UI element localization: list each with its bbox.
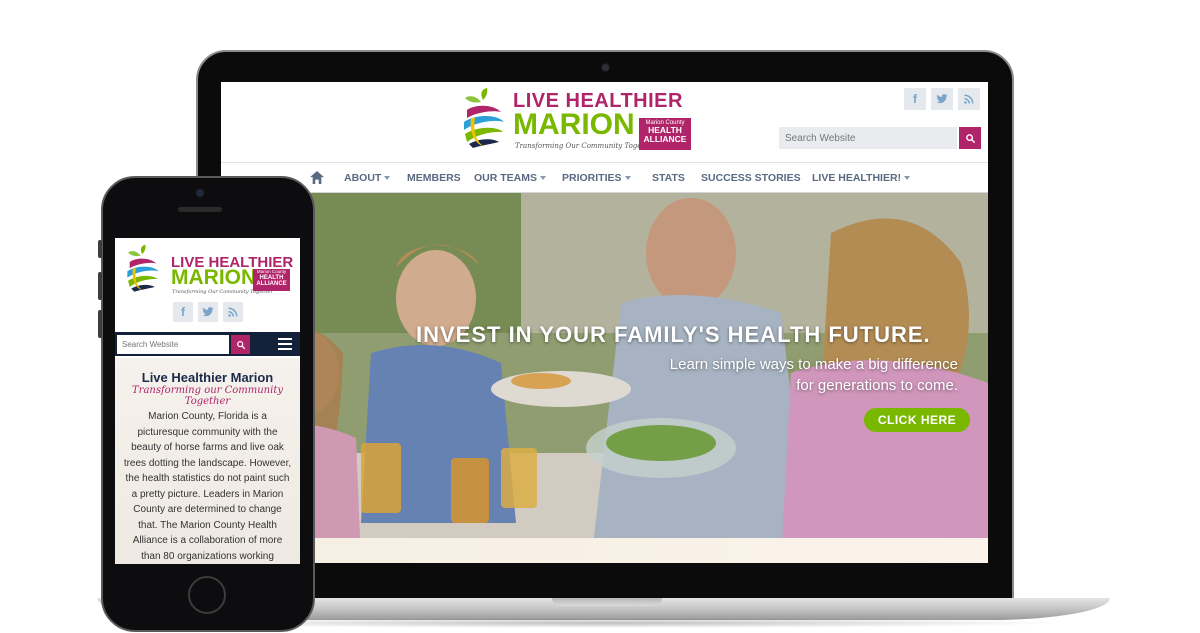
search-button[interactable] [959,127,981,149]
logo-badge-big: HEALTH ALLIANCE [256,274,287,288]
chevron-down-icon [384,176,391,181]
mobile-body-text: Marion County, Florida is a picturesque … [123,411,292,562]
rss-icon[interactable] [223,302,243,322]
search-input[interactable] [779,127,957,149]
laptop-camera [602,64,609,71]
logo-text-line2: MARION [171,266,257,289]
apple-logo-icon [127,244,159,292]
desktop-screen: LIVE HEALTHIER MARION Transforming Our C… [221,82,988,563]
site-header: LIVE HEALTHIER MARION Transforming Our C… [221,82,988,162]
nav-item-about[interactable]: ABOUT [344,172,391,184]
chevron-down-icon [624,176,631,181]
logo-text-line2: MARION [513,108,635,141]
hamburger-menu-icon[interactable] [278,338,292,350]
home-icon[interactable] [310,171,324,184]
nav-item-success-stories[interactable]: SUCCESS STORIES [701,172,801,184]
rss-icon[interactable] [958,88,980,110]
logo-badge-big: HEALTH ALLIANCE [643,125,687,145]
click-here-button[interactable]: CLICK HERE [864,408,970,432]
mobile-social-links: f [173,302,243,322]
site-logo[interactable]: LIVE HEALTHIER MARION Transforming Our C… [461,88,701,156]
mobile-search-input[interactable] [117,335,229,354]
apple-logo-icon [464,88,504,148]
chevron-down-icon [904,176,911,181]
mobile-page-tagline: Transforming our Community Together [132,385,283,407]
hero-subtitle-line1: Learn simple ways to make a big differen… [669,356,958,373]
phone-volume-down [98,310,102,338]
nav-item-members[interactable]: MEMBERS [407,172,461,184]
facebook-icon[interactable]: f [173,302,193,322]
phone-side-button [98,240,102,258]
phone-camera [196,189,204,197]
facebook-icon[interactable]: f [904,88,926,110]
social-links: f [904,88,980,110]
mobile-screen: LIVE HEALTHIER MARION Transforming Our C… [115,238,300,564]
main-navigation: ABOUT MEMBERS OUR TEAMS PRIORITIES STATS… [221,162,988,193]
search-icon [236,340,245,349]
search-icon [965,133,975,143]
laptop-opening-notch [552,598,662,606]
content-strip [314,538,988,563]
hero-title: INVEST IN YOUR FAMILY'S HEALTH FUTURE. [416,322,931,347]
hero-subtitle-line2: for generations to come. [796,377,958,394]
logo-tagline: Transforming Our Community Together [515,142,657,150]
hero-banner: INVEST IN YOUR FAMILY'S HEALTH FUTURE. L… [221,193,988,563]
phone-volume-up [98,272,102,300]
chevron-down-icon [540,176,546,181]
mobile-site-logo[interactable]: LIVE HEALTHIER MARION Transforming Our C… [125,244,295,298]
twitter-icon[interactable] [931,88,953,110]
mobile-page-title: Live Healthier Marion [141,370,274,385]
phone-speaker [178,207,222,212]
nav-item-our-teams[interactable]: OUR TEAMS [474,172,546,184]
nav-item-priorities[interactable]: PRIORITIES [562,172,631,184]
nav-item-live-healthier[interactable]: LIVE HEALTHIER! [812,172,911,184]
logo-badge: Marion County HEALTH ALLIANCE [253,269,290,291]
mobile-search-button[interactable] [231,335,250,354]
phone-home-button[interactable] [188,576,226,614]
nav-item-stats[interactable]: STATS [652,172,685,184]
twitter-icon[interactable] [198,302,218,322]
logo-badge: Marion County HEALTH ALLIANCE [639,118,691,150]
